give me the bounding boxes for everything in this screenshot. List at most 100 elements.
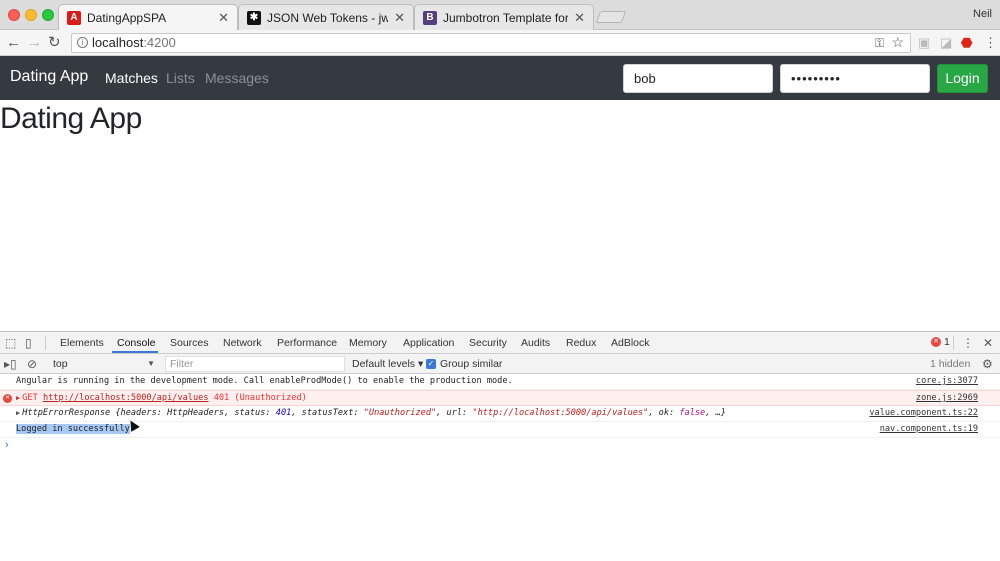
console-message: Logged in successfully nav.component.ts:… <box>0 422 1000 438</box>
back-arrow-icon[interactable]: ← <box>6 34 21 52</box>
menu-kebab-icon[interactable]: ⋮ <box>984 35 997 51</box>
login-button[interactable]: Login <box>937 64 988 93</box>
message-text: Angular is running in the development mo… <box>16 376 513 386</box>
object-text: {headers: HttpHeaders, status: <box>110 408 276 418</box>
page-title: Dating App <box>0 102 142 135</box>
context-select[interactable]: top ▼ <box>50 357 158 371</box>
minimize-window-button[interactable] <box>25 9 37 21</box>
tab-console[interactable]: Console <box>117 336 156 350</box>
error-count[interactable]: 1 <box>944 336 950 348</box>
source-link[interactable]: value.component.ts:22 <box>869 406 978 421</box>
console-filterbar: ▸▯ ⊘ top ▼ Filter Default levels ▾ ✓ Gro… <box>0 354 1000 374</box>
devtools-panel: ⬚ ▯ Elements Console Sources Network Per… <box>0 331 1000 561</box>
close-devtools-icon[interactable]: ✕ <box>983 335 993 351</box>
forward-arrow-icon[interactable]: → <box>27 34 42 52</box>
tab-security[interactable]: Security <box>469 336 507 350</box>
toggle-sidebar-icon[interactable]: ▸▯ <box>4 356 17 372</box>
error-icon: ✕ <box>3 394 12 403</box>
hidden-count: 1 hidden <box>930 358 971 370</box>
close-window-button[interactable] <box>8 9 20 21</box>
bookmark-star-icon[interactable]: ☆ <box>891 33 904 51</box>
expand-triangle-icon[interactable]: ▶ <box>16 391 20 406</box>
address-port: :4200 <box>143 35 176 50</box>
zoom-window-button[interactable] <box>42 9 54 21</box>
object-text: , url: <box>436 408 473 418</box>
angular-icon: A <box>67 10 81 25</box>
close-tab-icon[interactable]: ✕ <box>574 10 585 26</box>
navbar-brand[interactable]: Dating App <box>10 68 88 86</box>
tab-performance[interactable]: Performance <box>277 336 337 350</box>
browser-tab-datingappspa[interactable]: A DatingAppSPA ✕ <box>58 4 238 30</box>
browser-tab-jumbotron[interactable]: B Jumbotron Template for Boots ✕ <box>414 4 594 30</box>
chevron-down-icon: ▼ <box>147 359 155 368</box>
tab-redux[interactable]: Redux <box>566 336 596 350</box>
browser-toolbar: ← → ↻ i localhost:4200 ⚿ ☆ ▣ ◪ ⬣ ⋮ <box>0 30 1000 56</box>
inspect-element-icon[interactable]: ⬚ <box>5 335 16 351</box>
console-filter-input[interactable]: Filter <box>165 356 345 372</box>
toolbar-divider <box>45 336 46 350</box>
console-message: Angular is running in the development mo… <box>0 374 1000 390</box>
browser-tab-jwt[interactable]: ✱ JSON Web Tokens - jwt.io ✕ <box>238 4 414 30</box>
tab-application[interactable]: Application <box>403 336 454 350</box>
profile-name[interactable]: Neil <box>973 8 992 20</box>
tab-title: Jumbotron Template for Boots <box>443 10 569 25</box>
object-class[interactable]: HttpErrorResponse <box>22 408 110 418</box>
object-ok-value: false <box>679 408 706 418</box>
request-url-link[interactable]: http://localhost:5000/api/values <box>43 393 209 403</box>
address-bar[interactable]: i localhost:4200 ⚿ ☆ <box>71 33 911 53</box>
extension-icon[interactable]: ◪ <box>940 35 952 51</box>
console-settings-gear-icon[interactable]: ⚙ <box>982 356 993 372</box>
console-output: Angular is running in the development mo… <box>0 374 1000 454</box>
object-status-value: 401 <box>275 408 292 418</box>
tab-elements[interactable]: Elements <box>60 336 104 350</box>
clear-console-icon[interactable]: ⊘ <box>27 356 37 372</box>
browser-tabstrip: A DatingAppSPA ✕ ✱ JSON Web Tokens - jwt… <box>0 0 1000 30</box>
nav-link-lists[interactable]: Lists <box>166 70 195 86</box>
bootstrap-icon: B <box>423 10 437 25</box>
source-link[interactable]: nav.component.ts:19 <box>880 422 978 437</box>
log-levels-dropdown[interactable]: Default levels ▾ <box>352 357 423 371</box>
object-text: , statusText: <box>291 408 364 418</box>
object-text: , …} <box>705 408 726 418</box>
close-tab-icon[interactable]: ✕ <box>218 10 229 26</box>
tab-audits[interactable]: Audits <box>521 336 550 350</box>
source-link[interactable]: core.js:3077 <box>916 374 978 389</box>
devtools-menu-icon[interactable]: ⋮ <box>962 335 974 351</box>
devtools-tabbar: ⬚ ▯ Elements Console Sources Network Per… <box>0 332 1000 354</box>
tab-network[interactable]: Network <box>223 336 262 350</box>
message-text: Logged in successfully <box>16 424 130 434</box>
console-error-message: ✕ ▶ GET http://localhost:5000/api/values … <box>0 390 1000 406</box>
new-tab-button[interactable] <box>595 11 627 23</box>
reload-icon[interactable]: ↻ <box>48 34 61 52</box>
http-status: 401 (Unauthorized) <box>213 393 307 403</box>
group-similar-label[interactable]: Group similar <box>440 357 502 371</box>
extension-icon[interactable]: ▣ <box>918 35 930 51</box>
tab-memory[interactable]: Memory <box>349 336 387 350</box>
app-navbar: Dating App Matches Lists Messages bob ••… <box>0 56 1000 100</box>
prompt-chevron-icon: › <box>5 439 9 451</box>
nav-link-messages[interactable]: Messages <box>205 70 269 86</box>
close-tab-icon[interactable]: ✕ <box>394 10 405 26</box>
adblock-extension-icon[interactable]: ⬣ <box>961 35 972 51</box>
nav-link-matches[interactable]: Matches <box>105 70 158 86</box>
username-input[interactable]: bob <box>623 64 773 93</box>
password-input[interactable]: ••••••••• <box>780 64 930 93</box>
error-count-icon[interactable]: ✕ <box>931 337 941 347</box>
active-tab-indicator <box>112 351 158 353</box>
tab-title: DatingAppSPA <box>87 10 167 25</box>
console-message: ▶ HttpErrorResponse {headers: HttpHeaders… <box>0 406 1000 422</box>
tab-sources[interactable]: Sources <box>170 336 209 350</box>
console-prompt[interactable]: › <box>0 438 1000 454</box>
object-status-text-value: "Unauthorized" <box>363 408 437 418</box>
http-method: GET <box>22 393 38 403</box>
site-info-icon[interactable]: i <box>77 37 88 48</box>
address-host: localhost <box>92 35 144 50</box>
group-similar-checkbox[interactable]: ✓ <box>426 359 436 369</box>
source-link[interactable]: zone.js:2969 <box>916 391 978 406</box>
device-toolbar-icon[interactable]: ▯ <box>25 335 32 351</box>
jwt-icon: ✱ <box>247 10 261 25</box>
expand-triangle-icon[interactable]: ▶ <box>16 406 20 421</box>
key-icon[interactable]: ⚿ <box>875 34 884 52</box>
tab-title: JSON Web Tokens - jwt.io <box>267 10 389 25</box>
tab-adblock[interactable]: AdBlock <box>611 336 650 350</box>
